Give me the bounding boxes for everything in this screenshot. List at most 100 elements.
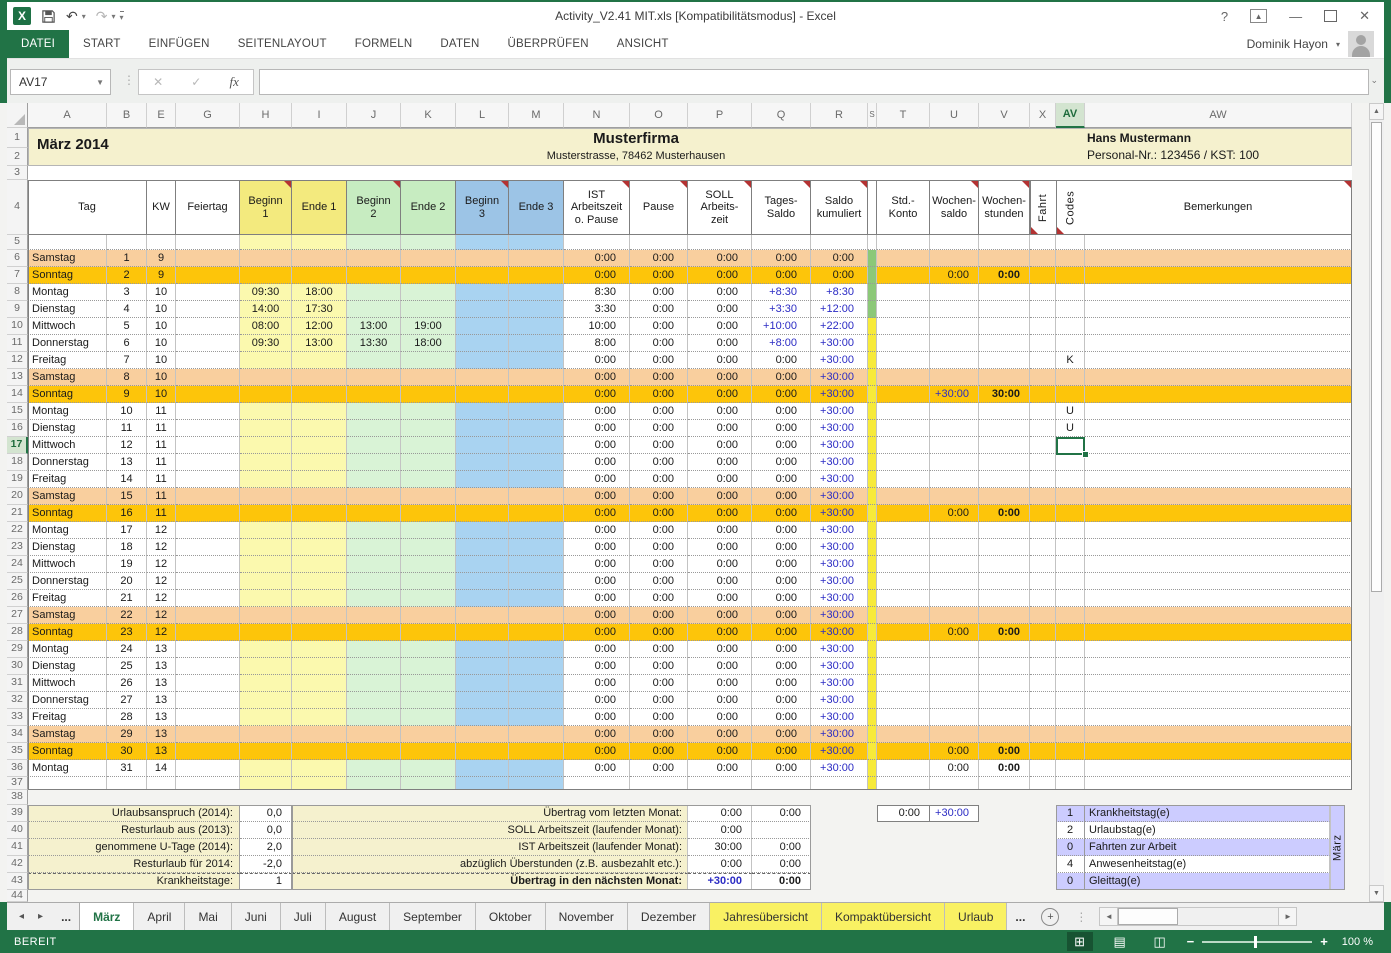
empty-band-cell[interactable] <box>292 235 347 250</box>
cell-wochenstunden[interactable]: 0:00 <box>979 760 1030 777</box>
cell-ende3[interactable] <box>509 556 564 573</box>
cell-wochenstunden[interactable] <box>979 437 1030 454</box>
cell-ende3[interactable] <box>509 386 564 403</box>
undo-icon[interactable]: ↶ <box>66 9 78 23</box>
cell-wochenstunden[interactable] <box>979 658 1030 675</box>
cell-feiertag[interactable] <box>176 709 240 726</box>
cell-fahrt[interactable] <box>1030 522 1056 539</box>
cell-wochenstunden[interactable] <box>979 420 1030 437</box>
cell-kw[interactable]: 10 <box>147 386 176 403</box>
cell-feiertag[interactable] <box>176 250 240 267</box>
cell-day-name[interactable]: Donnerstag <box>28 335 107 352</box>
cell-beginn1[interactable] <box>240 743 292 760</box>
cell-ende3[interactable] <box>509 726 564 743</box>
sheet-nav-right-icon[interactable]: ▸ <box>38 911 43 922</box>
cell-code[interactable] <box>1056 284 1085 301</box>
cell-tages-saldo[interactable]: 0:00 <box>752 488 811 505</box>
cell-beginn3[interactable] <box>456 301 509 318</box>
cell-pause[interactable]: 0:00 <box>630 522 688 539</box>
cell-soll[interactable]: 0:00 <box>688 386 752 403</box>
cell-soll[interactable]: 0:00 <box>688 573 752 590</box>
cell-tages-saldo[interactable]: 0:00 <box>752 352 811 369</box>
sheet-tab-mai[interactable]: Mai <box>185 903 231 930</box>
empty-band-cell[interactable] <box>240 235 292 250</box>
cell-std-konto[interactable] <box>877 709 930 726</box>
summary-mid-value2[interactable]: 0:00 <box>752 873 811 890</box>
zoom-slider-thumb[interactable] <box>1254 936 1257 948</box>
cell-ende3[interactable] <box>509 692 564 709</box>
cell-ist[interactable]: 0:00 <box>564 437 630 454</box>
cell-saldo-kumuliert[interactable]: +30:00 <box>811 335 868 352</box>
cell-wochensaldo[interactable] <box>930 607 979 624</box>
cell-kw[interactable]: 10 <box>147 335 176 352</box>
cell-tages-saldo[interactable]: +8:30 <box>752 284 811 301</box>
cell-feiertag[interactable] <box>176 301 240 318</box>
cell-pause[interactable]: 0:00 <box>630 267 688 284</box>
cell-beginn3[interactable] <box>456 709 509 726</box>
cell-ist[interactable]: 0:00 <box>564 607 630 624</box>
cell-code[interactable] <box>1056 522 1085 539</box>
cell-tages-saldo[interactable]: 0:00 <box>752 267 811 284</box>
cell-beginn1[interactable] <box>240 641 292 658</box>
cell-day-number[interactable]: 1 <box>107 250 147 267</box>
summary-mid-value2[interactable]: 0:00 <box>752 856 811 873</box>
cell-ende1[interactable] <box>292 692 347 709</box>
cell-fahrt[interactable] <box>1030 267 1056 284</box>
cell-beginn3[interactable] <box>456 658 509 675</box>
cell-wochenstunden[interactable] <box>979 318 1030 335</box>
cell-kw[interactable]: 10 <box>147 301 176 318</box>
column-header-A[interactable]: A <box>28 103 107 128</box>
zoom-out-icon[interactable]: − <box>1187 934 1195 949</box>
maximize-icon[interactable] <box>1324 10 1337 22</box>
row-header-38[interactable]: 38 <box>7 790 28 805</box>
cell-ist[interactable]: 0:00 <box>564 250 630 267</box>
empty-band-cell[interactable] <box>1056 235 1085 250</box>
empty-band-cell[interactable] <box>752 235 811 250</box>
scroll-up-icon[interactable]: ▲ <box>1369 103 1384 120</box>
cell-ende2[interactable] <box>401 301 456 318</box>
row-header-31[interactable]: 31 <box>7 675 28 692</box>
cell-ende1[interactable] <box>292 539 347 556</box>
cell-pause[interactable]: 0:00 <box>630 556 688 573</box>
cell-beginn3[interactable] <box>456 556 509 573</box>
cell-ende1[interactable] <box>292 488 347 505</box>
cell-beginn1[interactable] <box>240 539 292 556</box>
cell-bemerkungen[interactable] <box>1085 437 1352 454</box>
cell-bemerkungen[interactable] <box>1085 556 1352 573</box>
cell-day-number[interactable]: 30 <box>107 743 147 760</box>
cell-day-name[interactable]: Donnerstag <box>28 454 107 471</box>
cell-beginn2[interactable] <box>347 250 401 267</box>
cell-pause[interactable]: 0:00 <box>630 335 688 352</box>
cell-wochensaldo[interactable] <box>930 692 979 709</box>
table-header-ende1[interactable]: Ende 1 <box>292 180 347 235</box>
cell-feiertag[interactable] <box>176 573 240 590</box>
sheet-tab-november[interactable]: November <box>546 903 628 930</box>
cell-saldo-kumuliert[interactable]: +12:00 <box>811 301 868 318</box>
cell-day-name[interactable]: Sonntag <box>28 386 107 403</box>
empty-band-cell[interactable] <box>347 235 401 250</box>
cell-feiertag[interactable] <box>176 505 240 522</box>
summary-left-value[interactable]: 2,0 <box>240 839 292 856</box>
cell-day-number[interactable]: 20 <box>107 573 147 590</box>
cell-pause[interactable]: 0:00 <box>630 301 688 318</box>
cell-ende3[interactable] <box>509 471 564 488</box>
cell-beginn3[interactable] <box>456 437 509 454</box>
cell-saldo-kumuliert[interactable]: +30:00 <box>811 403 868 420</box>
cell-saldo-kumuliert[interactable]: +30:00 <box>811 420 868 437</box>
cell-day-number[interactable]: 11 <box>107 420 147 437</box>
cell-bemerkungen[interactable] <box>1085 335 1352 352</box>
cell-bemerkungen[interactable] <box>1085 709 1352 726</box>
cell-beginn3[interactable] <box>456 250 509 267</box>
scroll-down-icon[interactable]: ▼ <box>1369 885 1384 902</box>
cell-wochenstunden[interactable] <box>979 573 1030 590</box>
cell-bemerkungen[interactable] <box>1085 488 1352 505</box>
row-header-18[interactable]: 18 <box>7 454 28 471</box>
cell-wochensaldo[interactable] <box>930 675 979 692</box>
empty-band-cell[interactable] <box>147 777 176 790</box>
cell-beginn2[interactable] <box>347 573 401 590</box>
cell-tages-saldo[interactable]: 0:00 <box>752 522 811 539</box>
cell-wochensaldo[interactable] <box>930 437 979 454</box>
row-header-1[interactable]: 1 <box>7 128 28 148</box>
cell-ende3[interactable] <box>509 522 564 539</box>
cell-beginn2[interactable] <box>347 505 401 522</box>
